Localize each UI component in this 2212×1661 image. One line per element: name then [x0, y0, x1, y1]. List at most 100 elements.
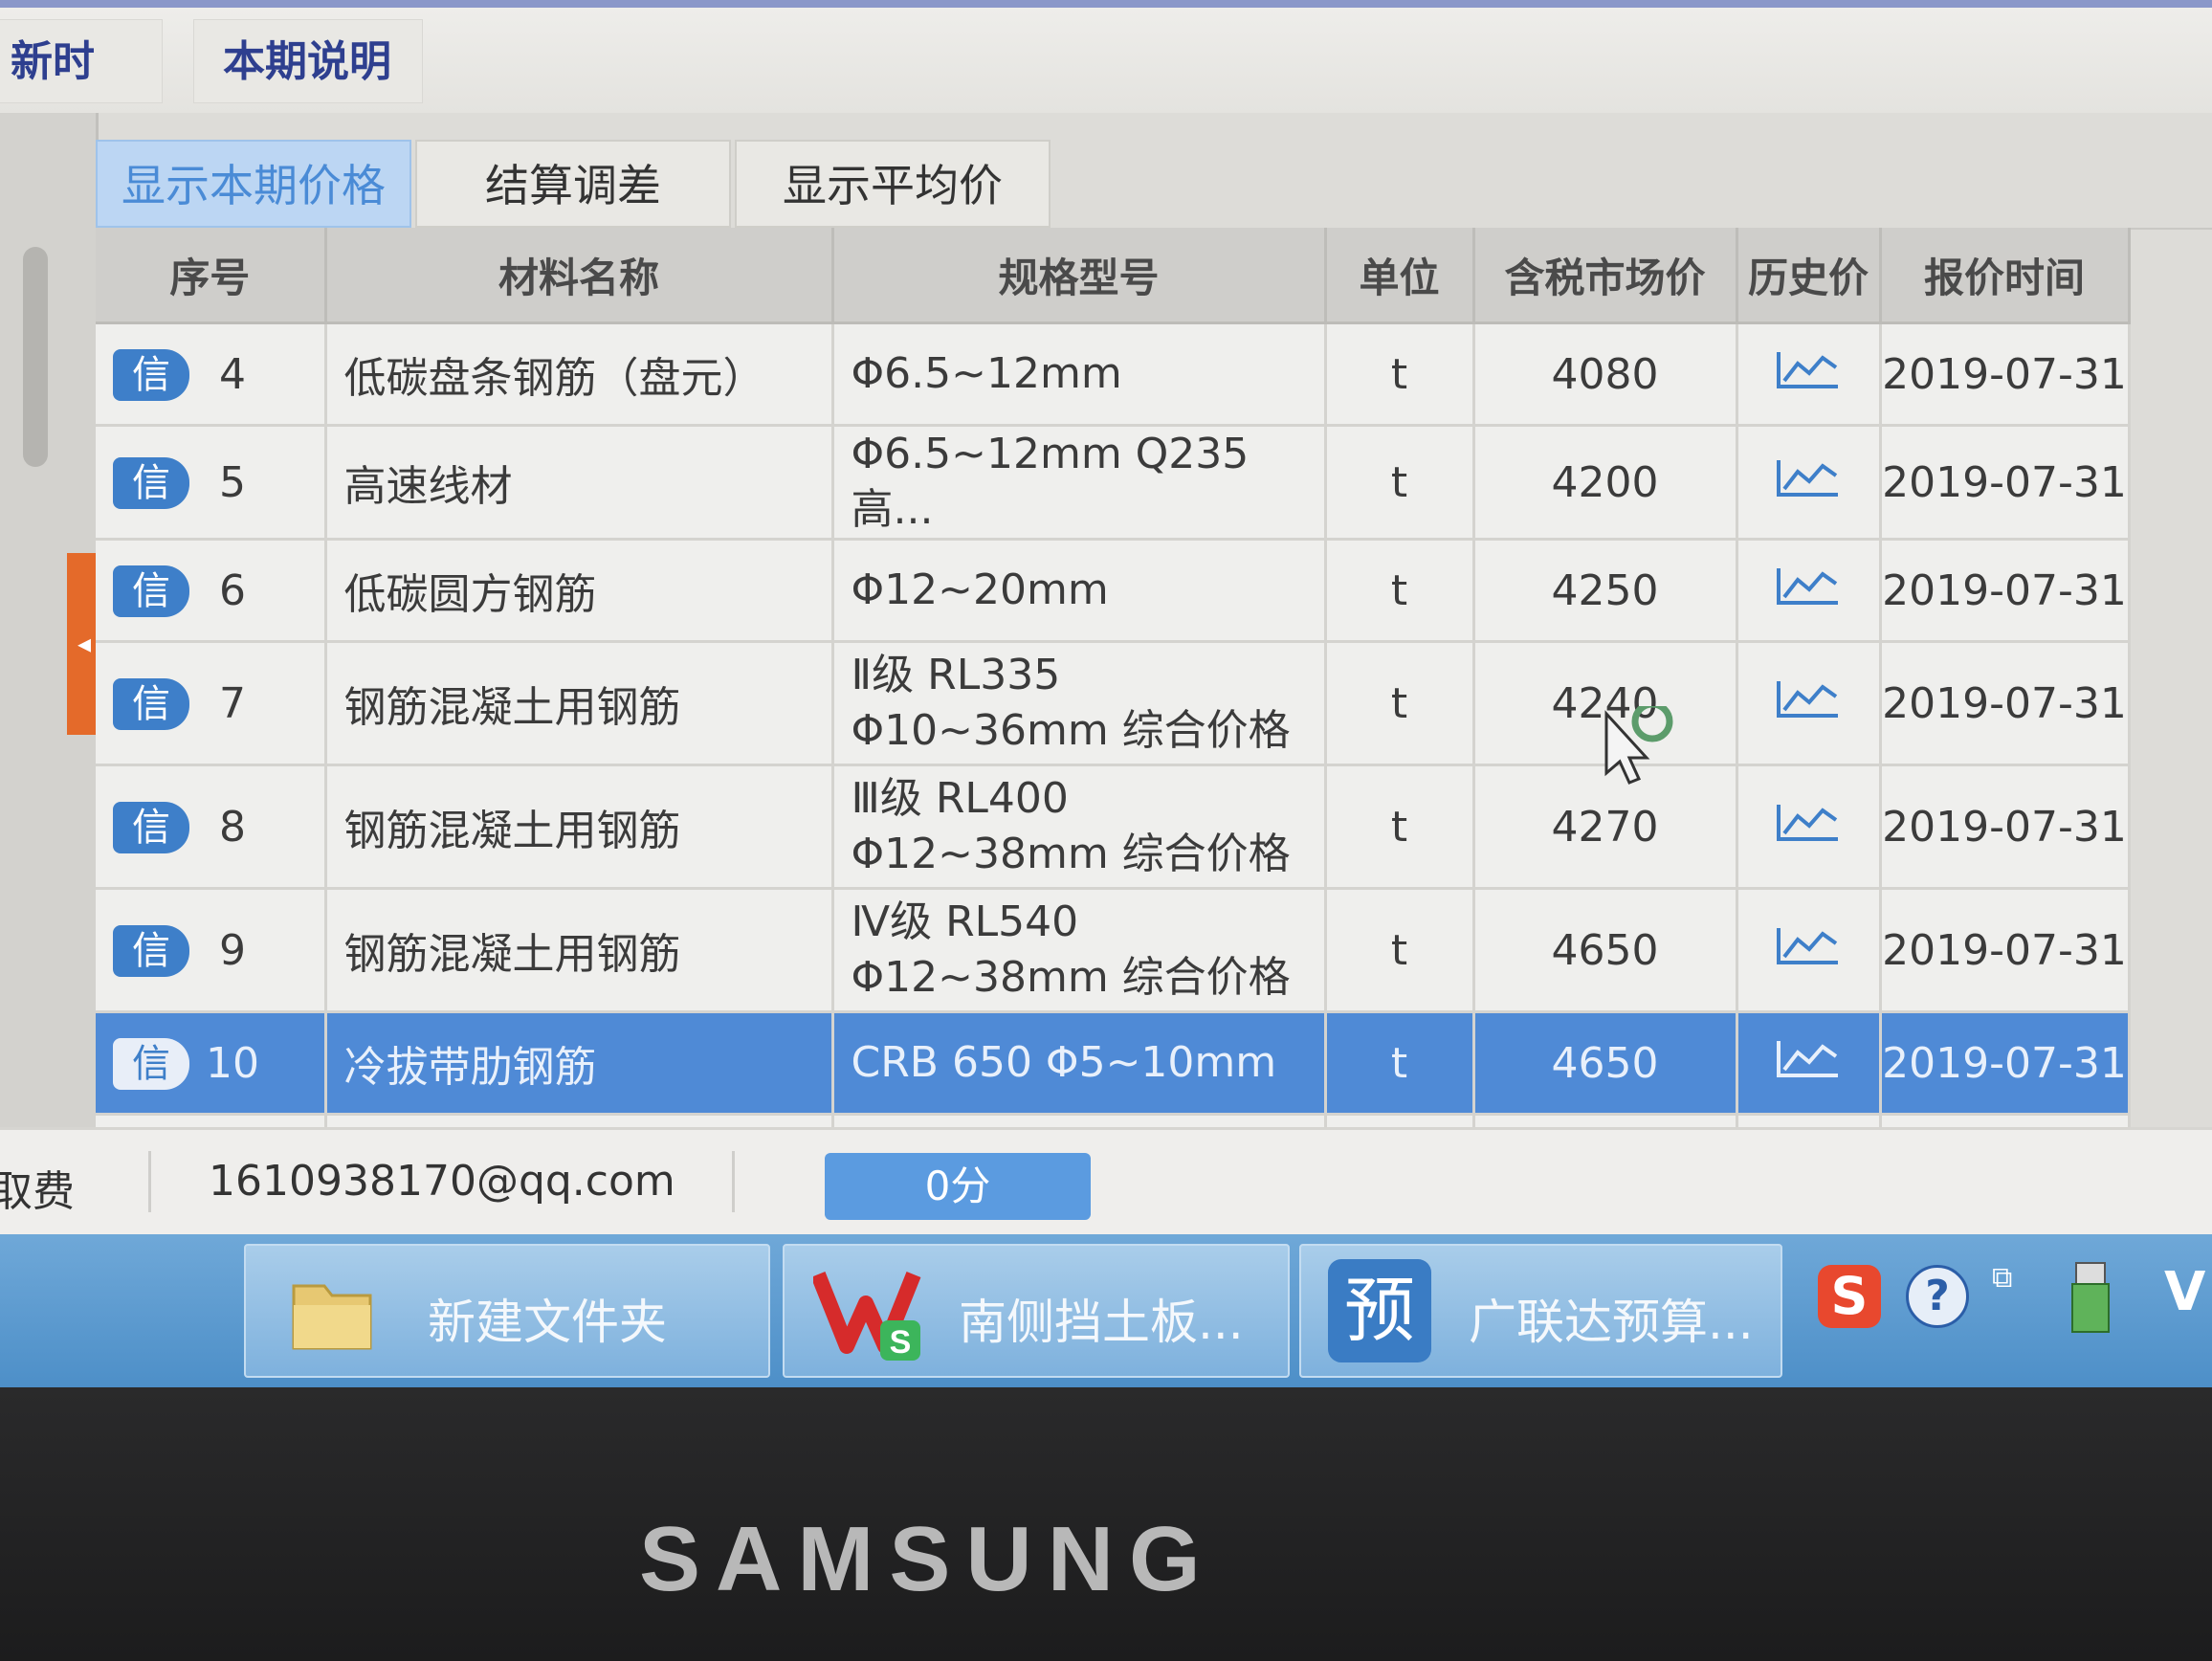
seq-number: 10 [206, 1039, 259, 1088]
top-tab-new-time[interactable]: 新时间 [0, 19, 163, 170]
unit-cell: t [1325, 539, 1475, 643]
table-row[interactable]: 信 5 高速线材 Φ6.5~12mm Q235 高... t 4200 2019-07-31 [96, 425, 2131, 541]
status-separator [148, 1151, 151, 1212]
points-button[interactable]: 0分 [825, 1153, 1091, 1220]
spec-text: Ⅳ级 RL540 [851, 897, 1079, 946]
info-badge-icon[interactable]: 信 [113, 565, 189, 617]
seq-cell: 信7 [96, 641, 327, 766]
spec-text: Φ12~38mm 综合价格 [851, 953, 1291, 1002]
spec-cell: Φ6.5~12mm [832, 322, 1327, 427]
seq-number: 9 [219, 926, 246, 975]
usb-icon[interactable] [2068, 1259, 2112, 1336]
info-badge-icon[interactable]: 信 [113, 801, 189, 853]
table-row[interactable]: 信 9 钢筋混凝土用钢筋 Ⅳ级 RL540 Φ12~38mm 综合价格 t 4650 2019… [96, 888, 2131, 1013]
table-row[interactable]: 信 6 低碳圆方钢筋 Φ12~20mm t 4250 2019-07-31 [96, 539, 2131, 643]
material-name-cell: 低碳盘条钢筋（盘元） [325, 322, 834, 427]
seq-cell: 信6 [96, 539, 327, 643]
sogou-icon[interactable]: S [1818, 1265, 1881, 1328]
table-row[interactable]: 信 8 钢筋混凝土用钢筋 Ⅲ级 RL400 Φ12~38mm 综合价格 t 4270 2019… [96, 764, 2131, 890]
quote-date-cell: 2019-07-31 [1880, 764, 2131, 890]
spec-text: Φ12~20mm [851, 565, 1109, 614]
spec-cell: Φ12~20mm [832, 539, 1327, 643]
line-chart-icon[interactable] [1775, 924, 1842, 977]
table-row[interactable]: 信 4 低碳盘条钢筋（盘元） Φ6.5~12mm t 4080 2019-07-31 [96, 322, 2131, 427]
brand-logo: SAMSUNG [639, 1508, 1216, 1610]
info-badge-icon[interactable]: 信 [113, 924, 189, 977]
header-spec[interactable]: 规格型号 [832, 228, 1327, 324]
budget-icon: 预 [1328, 1259, 1431, 1362]
info-badge-icon[interactable]: 信 [113, 1037, 189, 1090]
status-fee-label: 取费 [0, 1167, 75, 1216]
seq-cell: 信5 [96, 425, 327, 541]
top-tab-period-notes[interactable]: 本期说明 [193, 19, 423, 103]
unit-cell: t [1325, 425, 1475, 541]
quote-date-cell: 2019-07-31 [1880, 425, 2131, 541]
unit-cell: t [1325, 888, 1475, 1013]
seq-number: 8 [219, 803, 246, 852]
taskbar-item-wps-document[interactable]: S 南侧挡土板... [783, 1244, 1290, 1378]
market-price-cell[interactable]: 4200 [1473, 425, 1738, 541]
sub-tab-bar: 显示本期价格 结算调差 显示平均价 [96, 122, 2212, 230]
taskbar: 新建文件夹 S 南侧挡土板... 预 广联达预算... S ? ⧉ V [0, 1234, 2212, 1387]
market-price-cell[interactable]: 4650 [1473, 1011, 1738, 1116]
spec-cell: Ⅲ级 RL400 Φ12~38mm 综合价格 [832, 764, 1327, 890]
top-menu-strip: 新时间 本期说明 [0, 0, 2212, 170]
info-badge-icon[interactable]: 信 [113, 456, 189, 509]
taskbar-item-new-folder[interactable]: 新建文件夹 [244, 1244, 770, 1378]
material-name-cell: 钢筋混凝土用钢筋 [325, 764, 834, 890]
unit-cell: t [1325, 641, 1475, 766]
line-chart-icon[interactable] [1775, 348, 1842, 401]
network-icon[interactable]: ⧉ [1992, 1261, 2012, 1295]
wps-icon: S [813, 1272, 921, 1361]
material-name-cell: 高速线材 [325, 425, 834, 541]
table-row[interactable]: 信 10 冷拔带肋钢筋 CRB 650 Φ5~10mm t 4650 2019-07-31 [96, 1011, 2131, 1116]
folder-icon [292, 1284, 372, 1350]
history-price-cell [1736, 539, 1882, 643]
market-price-cell[interactable]: 4650 [1473, 888, 1738, 1013]
tab-show-average-price[interactable]: 显示平均价 [735, 140, 1051, 228]
taskbar-item-label: 新建文件夹 [428, 1295, 667, 1350]
spec-text: Φ10~36mm 综合价格 [851, 706, 1291, 755]
line-chart-icon[interactable] [1775, 1037, 1842, 1090]
tab-settlement-adjust[interactable]: 结算调差 [415, 140, 731, 228]
history-price-cell [1736, 1011, 1882, 1116]
help-icon[interactable]: ? [1906, 1265, 1969, 1328]
header-seq[interactable]: 序号 [96, 228, 327, 324]
spec-text: Φ12~38mm 综合价格 [851, 830, 1291, 878]
header-history-price[interactable]: 历史价 [1736, 228, 1882, 324]
quote-date-cell: 2019-07-31 [1880, 322, 2131, 427]
quote-date-cell: 2019-07-31 [1880, 641, 2131, 766]
seq-cell: 信9 [96, 888, 327, 1013]
unit-cell: t [1325, 1011, 1475, 1116]
taskbar-item-budget-app[interactable]: 预 广联达预算... [1299, 1244, 1782, 1378]
info-badge-icon[interactable]: 信 [113, 677, 189, 730]
material-name-cell: 低碳圆方钢筋 [325, 539, 834, 643]
header-material-name[interactable]: 材料名称 [325, 228, 834, 324]
taskbar-item-label: 广联达预算... [1469, 1295, 1754, 1350]
tab-show-current-price[interactable]: 显示本期价格 [96, 140, 411, 228]
line-chart-icon[interactable] [1775, 801, 1842, 853]
market-price-cell[interactable]: 4250 [1473, 539, 1738, 643]
spec-cell: Ⅱ级 RL335 Φ10~36mm 综合价格 [832, 641, 1327, 766]
table-body: 信 4 低碳盘条钢筋（盘元） Φ6.5~12mm t 4080 2019-07-31 信 5 高速… [96, 322, 2131, 1153]
seq-number: 6 [219, 566, 246, 615]
spec-cell: Φ6.5~12mm Q235 高... [832, 425, 1327, 541]
user-email: 1610938170@qq.com [209, 1157, 675, 1206]
status-bar: 取费 1610938170@qq.com 0分 [0, 1127, 2212, 1237]
header-market-price[interactable]: 含税市场价 [1473, 228, 1738, 324]
history-price-cell [1736, 764, 1882, 890]
price-table: 序号 材料名称 规格型号 单位 含税市场价 历史价 报价时间 信 4 低碳盘条钢筋（… [96, 228, 2131, 1153]
left-scrollbar-thumb[interactable] [23, 247, 48, 467]
quote-date-cell: 2019-07-31 [1880, 888, 2131, 1013]
info-badge-icon[interactable]: 信 [113, 348, 189, 401]
line-chart-icon[interactable] [1775, 565, 1842, 617]
table-row[interactable]: 信 7 钢筋混凝土用钢筋 Ⅱ级 RL335 Φ10~36mm 综合价格 t 4240 2019… [96, 641, 2131, 766]
market-price-cell[interactable]: 4080 [1473, 322, 1738, 427]
seq-cell: 信 10 [96, 1011, 327, 1116]
line-chart-icon[interactable] [1775, 677, 1842, 730]
header-unit[interactable]: 单位 [1325, 228, 1475, 324]
line-chart-icon[interactable] [1775, 456, 1842, 509]
header-quote-date[interactable]: 报价时间 [1880, 228, 2131, 324]
svg-text:S: S [890, 1324, 912, 1361]
wps-tray-icon[interactable]: V [2164, 1261, 2205, 1323]
